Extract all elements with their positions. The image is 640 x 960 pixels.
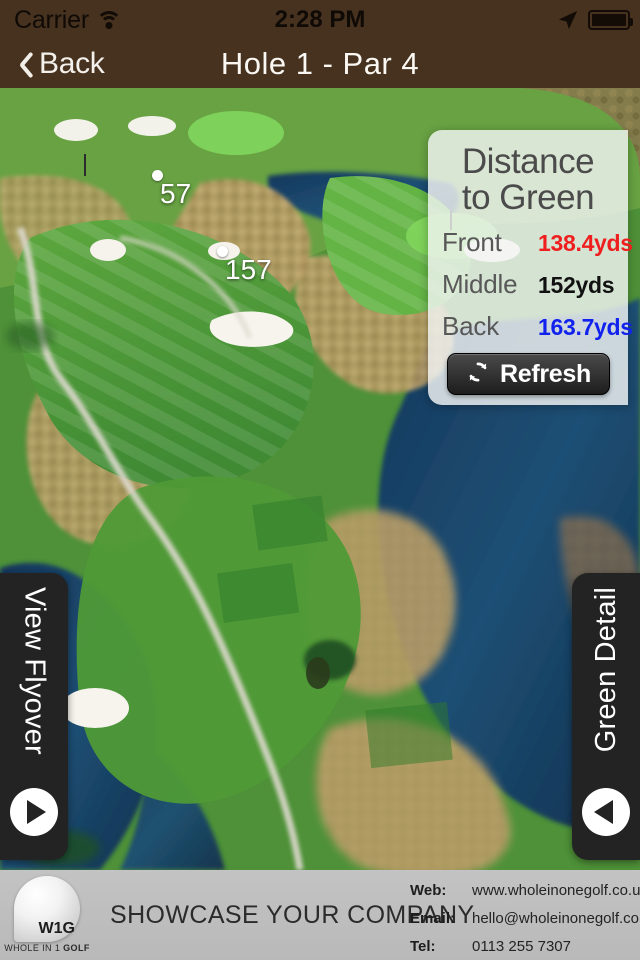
refresh-icon xyxy=(465,359,491,390)
distance-value-back: 163.7yds xyxy=(538,314,633,341)
golf-hole-screen: Carrier 2:28 PM Back Hole 1 - Par 4 57 1… xyxy=(0,0,640,960)
navigation-bar: Back Hole 1 - Par 4 xyxy=(0,40,640,88)
panel-title: Distance to Green xyxy=(442,144,614,215)
logo-mark: W1G xyxy=(38,920,75,937)
location-arrow-icon xyxy=(557,9,579,31)
page-title: Hole 1 - Par 4 xyxy=(220,46,420,81)
contact-value-tel[interactable]: 0113 255 7307 xyxy=(472,938,571,955)
play-triangle-icon[interactable] xyxy=(10,788,58,836)
distance-row-back: Back 163.7yds xyxy=(442,311,633,342)
view-flyover-tab[interactable]: View Flyover xyxy=(0,573,68,860)
distance-row-middle: Middle 152yds xyxy=(442,269,615,300)
contact-row-web: Web: www.wholeinonegolf.co.uk xyxy=(410,882,640,904)
marker-label: 157 xyxy=(225,254,272,285)
contact-key-email: Email: xyxy=(410,910,456,927)
marker-label: 57 xyxy=(160,178,192,209)
sponsor-contact-block: Web: www.wholeinonegolf.co.uk Email: hel… xyxy=(410,882,640,960)
view-flyover-label: View Flyover xyxy=(18,587,51,755)
panel-title-line2: to Green xyxy=(461,177,595,217)
logo-subtitle-pre: WHOLE IN 1 xyxy=(4,943,64,953)
sponsor-footer: W1G WHOLE IN 1 GOLF SHOWCASE YOUR COMPAN… xyxy=(0,870,640,960)
back-triangle-icon[interactable] xyxy=(582,788,630,836)
green-detail-tab[interactable]: Green Detail xyxy=(572,573,640,860)
contact-value-email[interactable]: hello@wholeinonegolf.co.uk xyxy=(472,910,640,927)
yardage-marker: 157 xyxy=(217,246,272,285)
battery-full-icon xyxy=(588,10,633,30)
whole-in-one-golf-logo: W1G WHOLE IN 1 GOLF xyxy=(4,876,89,954)
distance-value-front: 138.4yds xyxy=(538,230,633,257)
status-bar: Carrier 2:28 PM xyxy=(0,0,640,40)
contact-value-web[interactable]: www.wholeinonegolf.co.uk xyxy=(472,882,640,899)
green-detail-label: Green Detail xyxy=(589,587,622,753)
logo-subtitle-bold: GOLF xyxy=(63,943,90,953)
yardage-marker: 57 xyxy=(152,170,191,209)
golf-ball-icon: W1G xyxy=(14,876,80,942)
contact-row-email: Email: hello@wholeinonegolf.co.uk xyxy=(410,910,640,932)
distance-label-middle: Middle xyxy=(442,269,518,300)
distance-rows: Front 138.4yds Middle 152yds Back 163.7y… xyxy=(442,227,633,342)
distance-label-back: Back xyxy=(442,311,500,342)
contact-key-web: Web: xyxy=(410,882,447,899)
contact-key-tel: Tel: xyxy=(410,938,436,955)
distance-label-front: Front xyxy=(442,227,502,258)
clock-label: 2:28 PM xyxy=(274,6,366,33)
logo-subtitle: WHOLE IN 1 GOLF xyxy=(4,943,90,953)
refresh-button[interactable]: Refresh xyxy=(446,353,610,396)
distance-value-middle: 152yds xyxy=(538,272,615,299)
status-bar-right xyxy=(557,9,633,31)
refresh-button-label: Refresh xyxy=(500,359,591,388)
panel-title-line1: Distance xyxy=(461,142,595,181)
distance-to-green-panel: Distance to Green Front 138.4yds Middle … xyxy=(428,130,633,405)
distance-row-front: Front 138.4yds xyxy=(442,227,633,258)
contact-row-tel: Tel: 0113 255 7307 xyxy=(410,938,640,960)
